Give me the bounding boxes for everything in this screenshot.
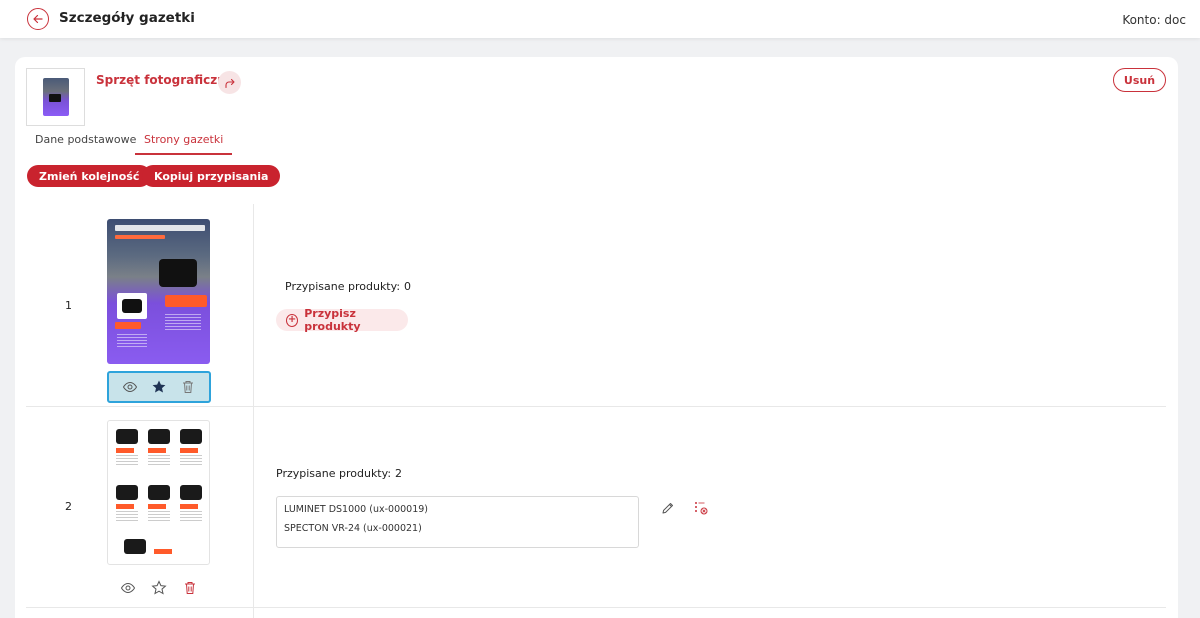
arrow-left-icon — [33, 14, 43, 24]
set-cover-button[interactable] — [149, 578, 169, 598]
flyer-name: Sprzęt fotograficzny — [96, 73, 234, 87]
edit-products-button[interactable] — [659, 499, 677, 517]
assigned-label-text: Przypisane produkty: — [276, 467, 392, 480]
preview-button[interactable] — [118, 578, 138, 598]
assign-products-label: Przypisz produkty — [304, 307, 361, 333]
star-outline-icon — [151, 580, 167, 595]
back-button[interactable] — [27, 8, 49, 30]
page-title: Szczegóły gazetki — [59, 10, 195, 26]
star-filled-icon — [152, 380, 166, 393]
row-divider — [26, 406, 1166, 407]
page-actions-toolbar — [107, 371, 211, 403]
unassign-products-button[interactable] — [692, 499, 710, 517]
product-item[interactable]: SPECTON VR-24 (ux-000021) — [284, 522, 631, 541]
set-cover-button[interactable] — [149, 377, 169, 397]
list-remove-icon — [695, 502, 708, 515]
trash-icon — [183, 381, 194, 393]
flyer-cover-thumbnail — [26, 68, 85, 126]
tab-flyer-pages[interactable]: Strony gazetki — [135, 133, 233, 155]
delete-flyer-button[interactable]: Usuń — [1113, 68, 1166, 92]
assign-products-button[interactable]: + Przypisz produkty — [276, 307, 408, 333]
pencil-icon — [662, 503, 673, 514]
delete-page-button[interactable] — [178, 377, 198, 397]
assigned-label-text: Przypisane produkty: — [285, 280, 401, 293]
preview-button[interactable] — [120, 377, 140, 397]
assigned-products-label: Przypisane produkty: 2 — [276, 467, 402, 480]
page-thumbnail[interactable] — [107, 420, 210, 565]
assigned-count: 0 — [404, 280, 412, 293]
account-label: Konto: doc — [1122, 13, 1186, 27]
share-button[interactable] — [218, 71, 241, 94]
page-thumbnail[interactable] — [107, 219, 210, 364]
row-divider — [26, 607, 1166, 608]
delete-page-button[interactable] — [180, 578, 200, 598]
assigned-products-label: Przypisane produkty: 0 — [285, 280, 411, 293]
assigned-count: 2 — [395, 467, 403, 480]
flyer-details-card: Sprzęt fotograficzny Usuń Dane podstawow… — [15, 57, 1178, 618]
column-divider — [253, 204, 254, 618]
page-actions-toolbar — [107, 572, 211, 604]
product-item[interactable]: LUMINET DS1000 (ux-000019) — [284, 503, 631, 522]
trash-icon — [184, 582, 195, 594]
tab-basic-data[interactable]: Dane podstawowe — [35, 133, 136, 153]
page-number: 2 — [65, 500, 72, 513]
plus-circle-icon: + — [286, 313, 299, 327]
top-bar: Szczegóły gazetki Konto: doc — [0, 0, 1200, 38]
share-arrow-icon — [224, 78, 235, 88]
reorder-button[interactable]: Zmień kolejność — [27, 165, 152, 187]
copy-assignments-button[interactable]: Kopiuj przypisania — [142, 165, 281, 187]
assigned-products-list: LUMINET DS1000 (ux-000019) SPECTON VR-24… — [276, 496, 639, 548]
page-number: 1 — [65, 299, 72, 312]
eye-icon — [122, 381, 137, 393]
eye-icon — [121, 582, 136, 594]
